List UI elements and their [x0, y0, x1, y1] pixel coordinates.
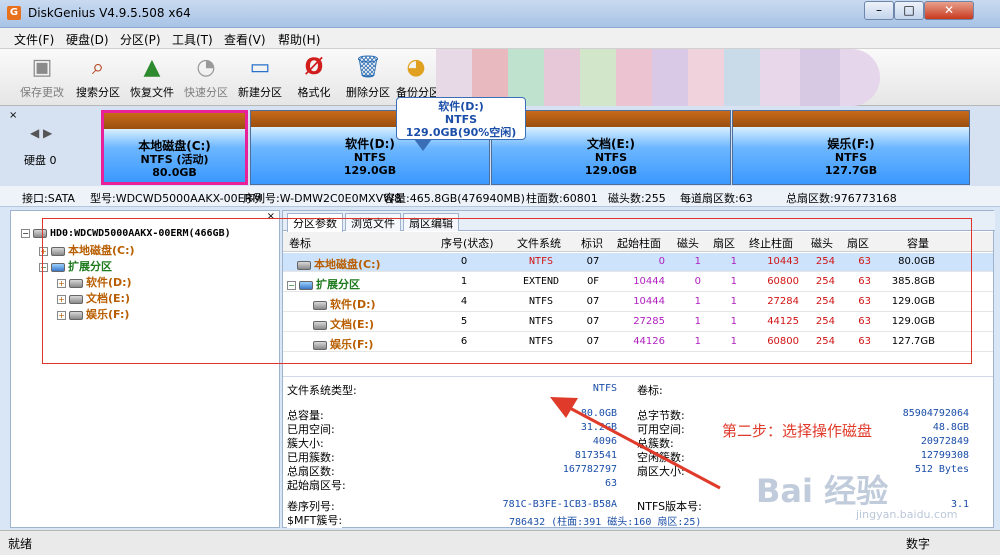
annotation-note: 第二步：选择操作磁盘 [722, 422, 873, 440]
status-text: 就绪 [8, 537, 33, 551]
baidu-watermark-url: jingyan.baidu.com [856, 508, 958, 521]
baidu-watermark-logo: Bai 经验 [756, 472, 889, 510]
status-bar: 就绪 数字 [0, 530, 1000, 555]
numlock-indicator: 数字 [906, 537, 931, 551]
